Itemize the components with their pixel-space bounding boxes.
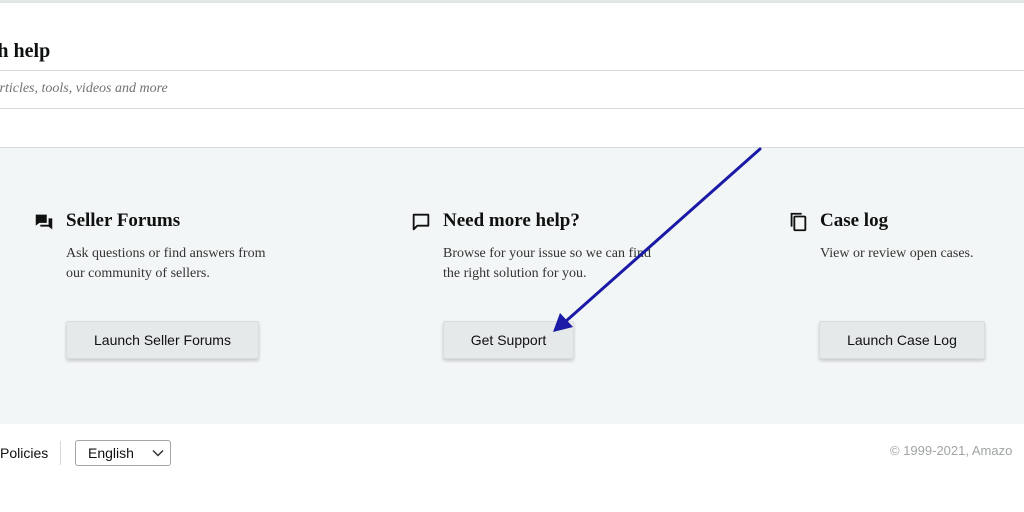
help-options-panel: Seller Forums Ask questions or find answ… <box>0 147 1024 425</box>
case-log-description: View or review open cases. <box>820 246 974 261</box>
chevron-down-icon <box>152 449 164 457</box>
language-select[interactable]: English <box>75 440 171 466</box>
search-placeholder: o articles, tools, videos and more <box>0 81 168 96</box>
seller-forums-description: Ask questions or find answers from our c… <box>66 246 266 281</box>
launch-case-log-button[interactable]: Launch Case Log <box>819 321 985 359</box>
need-more-help-title: Need more help? <box>443 210 580 231</box>
footer: Policies English © 1999-2021, Amazo <box>0 424 1024 512</box>
launch-seller-forums-button[interactable]: Launch Seller Forums <box>66 321 259 359</box>
seller-forums-title: Seller Forums <box>66 210 181 231</box>
chat-bubble-icon <box>412 213 430 231</box>
help-page: rch help o articles, tools, videos and m… <box>0 0 1024 512</box>
get-support-button[interactable]: Get Support <box>443 321 574 359</box>
policies-link[interactable]: Policies <box>0 445 48 461</box>
top-divider <box>0 0 1024 3</box>
need-more-help-description: Browse for your issue so we can find the… <box>443 246 652 281</box>
copy-documents-icon <box>790 212 807 232</box>
case-log-title: Case log <box>820 210 889 231</box>
language-selected-value: English <box>88 445 134 461</box>
search-help-heading: rch help <box>0 40 51 62</box>
forum-icon <box>35 214 53 230</box>
footer-divider <box>60 441 61 465</box>
copyright-text: © 1999-2021, Amazo <box>890 443 1013 458</box>
